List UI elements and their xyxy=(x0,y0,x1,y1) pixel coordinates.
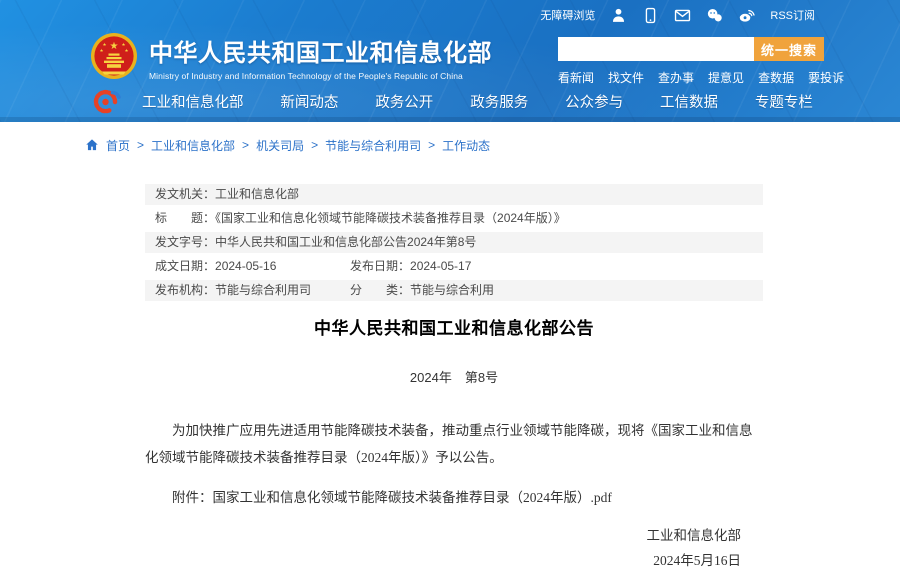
nav-item-gov-open[interactable]: 政务公开 xyxy=(375,91,433,112)
meta-label: 发文机关： xyxy=(155,187,215,201)
meta-value: 2024-05-17 xyxy=(410,259,471,273)
breadcrumb: 首页 > 工业和信息化部 > 机关司局 > 节能与综合利用司 > 工作动态 xyxy=(85,135,900,155)
signature-date: 2024年5月16日 xyxy=(145,548,741,573)
miit-logo-icon xyxy=(86,87,126,115)
nav-item-topics[interactable]: 专题专栏 xyxy=(755,91,813,112)
header-bottom-shade xyxy=(0,117,900,122)
meta-value: 节能与综合利用司 xyxy=(215,283,311,297)
rss-link[interactable]: RSS订阅 xyxy=(770,7,815,23)
attachment-line: 附件：国家工业和信息化领域节能降碳技术装备推荐目录（2024年版）.pdf xyxy=(145,486,763,506)
national-emblem-icon: ★ ★ ★ ★ ★ xyxy=(90,32,138,80)
meta-cell: 发布日期：2024-05-17 xyxy=(350,259,471,274)
search-button[interactable]: 统一搜索 xyxy=(754,37,824,61)
meta-cell: 分 类：节能与综合利用 xyxy=(350,283,494,298)
svg-text:★: ★ xyxy=(102,42,106,47)
attachment-pdf-link[interactable]: 国家工业和信息化领域节能降碳技术装备推荐目录（2024年版）.pdf xyxy=(213,490,612,505)
mail-icon[interactable] xyxy=(674,7,691,24)
document-meta-table: 发文机关：工业和信息化部 标 题：《国家工业和信息化领域节能降碳技术装备推荐目录… xyxy=(145,184,763,301)
meta-label: 发文字号： xyxy=(155,235,215,249)
weibo-icon[interactable] xyxy=(738,7,755,24)
signature-signer: 工业和信息化部 xyxy=(145,523,741,548)
nav-item-gov-service[interactable]: 政务服务 xyxy=(470,91,528,112)
site-title-cn: 中华人民共和国工业和信息化部 xyxy=(149,33,492,68)
announcement-title: 中华人民共和国工业和信息化部公告 xyxy=(145,314,763,339)
breadcrumb-work-news[interactable]: 工作动态 xyxy=(442,137,490,154)
topbar: 无障碍浏览 RSS订阅 xyxy=(0,0,900,30)
meta-value: 节能与综合利用 xyxy=(410,283,494,297)
svg-text:★: ★ xyxy=(99,48,103,53)
meta-value: 《国家工业和信息化领域节能降碳技术装备推荐目录（2024年版）》 xyxy=(215,211,566,225)
svg-text:★: ★ xyxy=(124,48,128,53)
meta-row-issuing-agency: 发文机关：工业和信息化部 xyxy=(145,184,763,205)
meta-cell: 发文机关：工业和信息化部 xyxy=(155,187,299,202)
meta-label: 分 类： xyxy=(350,283,410,297)
nav-item-news[interactable]: 新闻动态 xyxy=(280,91,338,112)
announcement-body: 为加快推广应用先进适用节能降碳技术装备，推动重点行业领域节能降碳，现将《国家工业… xyxy=(145,417,763,471)
announcement-number: 2024年 第8号 xyxy=(145,367,763,386)
site-title-en: Ministry of Industry and Information Tec… xyxy=(149,71,492,81)
site-title-block: 中华人民共和国工业和信息化部 Ministry of Industry and … xyxy=(149,33,492,81)
meta-label: 标 题： xyxy=(155,211,215,225)
meta-cell: 发文字号：中华人民共和国工业和信息化部公告2024年第8号 xyxy=(155,235,476,250)
meta-cell: 成文日期：2024-05-16 xyxy=(155,259,350,274)
accessibility-link[interactable]: 无障碍浏览 xyxy=(540,7,595,23)
search-area: 统一搜索 看新闻 找文件 查办事 提意见 查数据 要投诉 xyxy=(558,37,824,86)
meta-label: 发布日期： xyxy=(350,259,410,273)
meta-value: 工业和信息化部 xyxy=(215,187,299,201)
home-icon[interactable] xyxy=(85,138,99,152)
breadcrumb-departments[interactable]: 机关司局 xyxy=(256,137,304,154)
meta-value: 中华人民共和国工业和信息化部公告2024年第8号 xyxy=(215,235,476,249)
meta-value: 2024-05-16 xyxy=(215,259,276,273)
meta-cell: 发布机构：节能与综合利用司 xyxy=(155,283,350,298)
signature-block: 工业和信息化部 2024年5月16日 xyxy=(145,523,763,573)
attachment-label: 附件： xyxy=(172,490,213,505)
meta-row-doc-number: 发文字号：中华人民共和国工业和信息化部公告2024年第8号 xyxy=(145,232,763,253)
announcement-content: 发文机关：工业和信息化部 标 题：《国家工业和信息化领域节能降碳技术装备推荐目录… xyxy=(145,184,763,573)
meta-row-publisher: 发布机构：节能与综合利用司 分 类：节能与综合利用 xyxy=(145,280,763,301)
nav-items: 工业和信息化部 新闻动态 政务公开 政务服务 公众参与 工信数据 专题专栏 xyxy=(142,91,815,112)
phone-icon[interactable] xyxy=(642,7,659,24)
meta-label: 发布机构： xyxy=(155,283,215,297)
svg-text:★: ★ xyxy=(121,42,125,47)
mascot-icon[interactable] xyxy=(610,7,627,24)
site-header: 无障碍浏览 RSS订阅 ★ ★ ★ ★ ★ xyxy=(0,0,900,122)
nav-item-miit[interactable]: 工业和信息化部 xyxy=(142,91,244,112)
search-input[interactable] xyxy=(558,37,754,61)
breadcrumb-separator: > xyxy=(428,138,435,152)
breadcrumb-miit[interactable]: 工业和信息化部 xyxy=(151,137,235,154)
breadcrumb-separator: > xyxy=(311,138,318,152)
meta-row-dates: 成文日期：2024-05-16 发布日期：2024-05-17 xyxy=(145,256,763,277)
nav-item-data[interactable]: 工信数据 xyxy=(660,91,718,112)
wechat-icon[interactable] xyxy=(706,7,723,24)
breadcrumb-home[interactable]: 首页 xyxy=(106,137,130,154)
meta-cell: 标 题：《国家工业和信息化领域节能降碳技术装备推荐目录（2024年版）》 xyxy=(155,211,566,226)
meta-label: 成文日期： xyxy=(155,259,215,273)
breadcrumb-energy-dept[interactable]: 节能与综合利用司 xyxy=(325,137,421,154)
svg-text:★: ★ xyxy=(110,41,119,52)
breadcrumb-separator: > xyxy=(242,138,249,152)
nav-item-public[interactable]: 公众参与 xyxy=(565,91,623,112)
meta-row-title: 标 题：《国家工业和信息化领域节能降碳技术装备推荐目录（2024年版）》 xyxy=(145,208,763,229)
breadcrumb-separator: > xyxy=(137,138,144,152)
